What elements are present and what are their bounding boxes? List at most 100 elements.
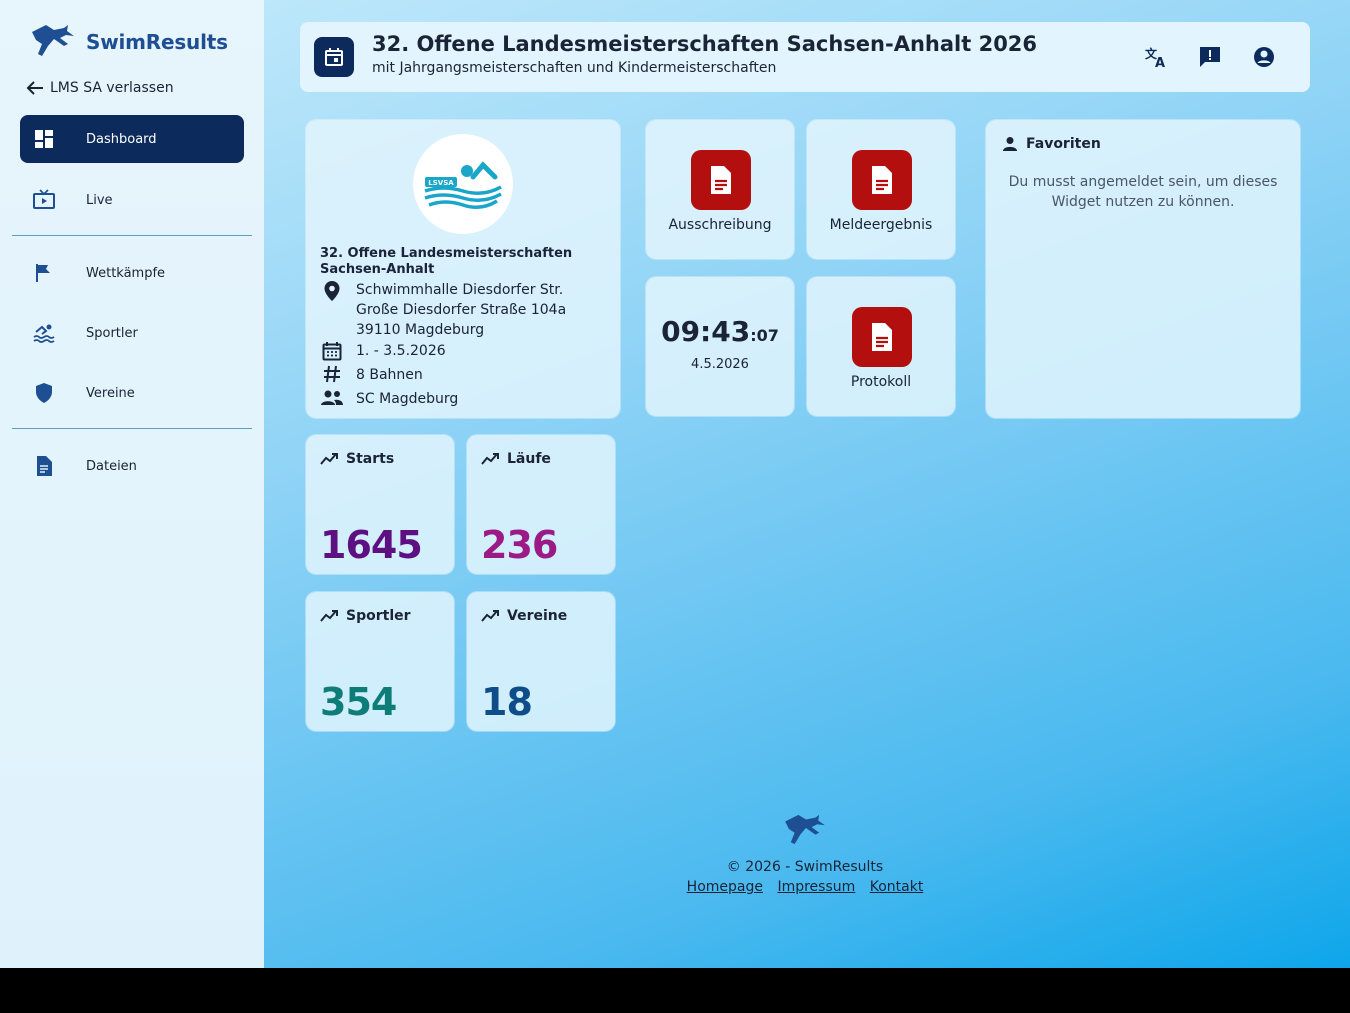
document-label: Ausschreibung xyxy=(668,217,772,233)
event-lanes: 8 Bahnen xyxy=(320,365,423,385)
sidebar-item-sportler[interactable]: Sportler xyxy=(20,309,244,357)
calendar-icon xyxy=(314,37,354,77)
stat-label: Läufe xyxy=(507,451,551,467)
sidebar: SwimResults LMS SA verlassen Dashboard L… xyxy=(0,0,264,968)
event-dates-text: 1. - 3.5.2026 xyxy=(356,343,446,359)
swimmer-icon xyxy=(32,321,56,345)
swimresults-logo-icon xyxy=(30,22,76,62)
ausschreibung-card[interactable]: Ausschreibung xyxy=(646,120,794,259)
trending-icon xyxy=(481,610,499,622)
protokoll-card[interactable]: Protokoll xyxy=(807,277,955,416)
event-info-card: LSVSA 32. Offene Landesmeisterschaften S… xyxy=(306,120,620,418)
stat-header: Vereine xyxy=(481,608,567,624)
meldeergebnis-card[interactable]: Meldeergebnis xyxy=(807,120,955,259)
logo-lettering: LSVSA xyxy=(428,179,454,187)
sidebar-divider xyxy=(12,235,252,236)
arrow-left-icon xyxy=(26,81,43,95)
sidebar-item-label: Sportler xyxy=(86,325,138,341)
stat-value: 18 xyxy=(481,680,533,724)
venue-line: 39110 Magdeburg xyxy=(356,322,485,338)
page-subtitle: mit Jahrgangsmeisterschaften und Kinderm… xyxy=(372,60,777,76)
stat-card-vereine: Vereine 18 xyxy=(467,592,615,731)
sidebar-item-dashboard[interactable]: Dashboard xyxy=(20,115,244,163)
stat-value: 354 xyxy=(320,680,397,724)
stat-label: Vereine xyxy=(507,608,568,624)
document-label: Protokoll xyxy=(850,374,912,390)
lsvsa-logo: LSVSA xyxy=(413,134,513,234)
trending-icon xyxy=(320,610,338,622)
stat-label: Starts xyxy=(346,451,395,467)
account-button[interactable] xyxy=(1250,43,1278,71)
stat-value: 236 xyxy=(481,523,558,567)
feedback-button[interactable] xyxy=(1196,43,1224,71)
pdf-document-icon xyxy=(852,150,912,210)
lsvsa-logo-icon: LSVSA xyxy=(424,161,502,209)
sidebar-item-dateien[interactable]: Dateien xyxy=(20,442,244,490)
stat-card-laeufe: Läufe 236 xyxy=(467,435,615,574)
footer-logo-icon xyxy=(783,812,827,850)
venue-line: Schwimmhalle Diesdorfer Str. xyxy=(356,282,564,298)
translate-icon: 文 A xyxy=(1145,46,1165,69)
brand[interactable]: SwimResults xyxy=(30,22,228,62)
stat-header: Starts xyxy=(320,451,394,467)
page-title: 32. Offene Landesmeisterschaften Sachsen… xyxy=(372,32,1038,56)
sidebar-item-label: Wettkämpfe xyxy=(86,265,166,281)
clock-time: 09:43:07 xyxy=(646,315,794,348)
people-icon xyxy=(320,389,344,409)
app-window: SwimResults LMS SA verlassen Dashboard L… xyxy=(0,0,1350,968)
calendar-icon xyxy=(320,341,344,361)
event-lanes-text: 8 Bahnen xyxy=(356,367,423,383)
document-icon xyxy=(32,454,56,478)
sidebar-divider xyxy=(12,428,252,429)
stat-value: 1645 xyxy=(320,523,423,567)
stat-card-starts: Starts 1645 xyxy=(306,435,454,574)
trending-icon xyxy=(481,453,499,465)
sidebar-item-label: Vereine xyxy=(86,385,135,401)
footer-links: Homepage Impressum Kontakt xyxy=(600,879,1010,895)
event-organizer: SC Magdeburg xyxy=(320,389,458,409)
footer-link-impressum[interactable]: Impressum xyxy=(777,879,855,895)
document-label: Meldeergebnis xyxy=(829,217,933,233)
clock-hours-minutes: 09:43 xyxy=(661,315,751,348)
pdf-document-icon xyxy=(691,150,751,210)
favorites-widget: Favoriten Du musst angemeldet sein, um d… xyxy=(986,120,1300,418)
venue-line: Große Diesdorfer Straße 104a xyxy=(356,302,567,318)
favorites-message: Du musst angemeldet sein, um dieses Widg… xyxy=(1008,174,1278,210)
account-icon xyxy=(1254,47,1274,67)
sidebar-item-wettkaempfe[interactable]: Wettkämpfe xyxy=(20,249,244,297)
brand-name: SwimResults xyxy=(86,30,228,54)
leave-event-link[interactable]: LMS SA verlassen xyxy=(26,80,174,96)
sidebar-item-label: Live xyxy=(86,192,113,208)
location-pin-icon xyxy=(320,280,344,301)
pdf-document-icon xyxy=(852,307,912,367)
stat-card-sportler: Sportler 354 xyxy=(306,592,454,731)
feedback-icon xyxy=(1200,47,1220,67)
clock-date: 4.5.2026 xyxy=(691,357,749,372)
clock-card: 09:43:07 4.5.2026 xyxy=(646,277,794,416)
sidebar-item-vereine[interactable]: Vereine xyxy=(20,369,244,417)
sidebar-item-live[interactable]: Live xyxy=(20,176,244,224)
clock-seconds: :07 xyxy=(750,326,779,345)
hash-icon xyxy=(320,365,344,385)
live-tv-icon xyxy=(32,188,56,212)
stat-header: Sportler xyxy=(320,608,411,624)
event-venue: Schwimmhalle Diesdorfer Str. Große Diesd… xyxy=(320,280,566,340)
footer-link-kontakt[interactable]: Kontakt xyxy=(870,879,924,895)
favorites-title: Favoriten xyxy=(1026,136,1101,152)
shield-icon xyxy=(32,381,56,405)
event-header: 32. Offene Landesmeisterschaften Sachsen… xyxy=(300,22,1310,92)
svg-text:A: A xyxy=(1155,56,1165,69)
sidebar-item-label: Dashboard xyxy=(86,131,157,147)
favorites-header: Favoriten xyxy=(1002,136,1101,152)
footer-link-homepage[interactable]: Homepage xyxy=(687,879,763,895)
dashboard-icon xyxy=(32,127,56,151)
translate-button[interactable]: 文 A xyxy=(1142,43,1170,71)
person-icon xyxy=(1003,137,1017,151)
trending-icon xyxy=(320,453,338,465)
sidebar-item-label: Dateien xyxy=(86,458,137,474)
flag-icon xyxy=(32,261,56,285)
stat-header: Läufe xyxy=(481,451,551,467)
event-name: 32. Offene Landesmeisterschaften Sachsen… xyxy=(320,246,573,277)
leave-event-label: LMS SA verlassen xyxy=(50,80,174,96)
footer-copyright: © 2026 - SwimResults xyxy=(726,859,884,875)
